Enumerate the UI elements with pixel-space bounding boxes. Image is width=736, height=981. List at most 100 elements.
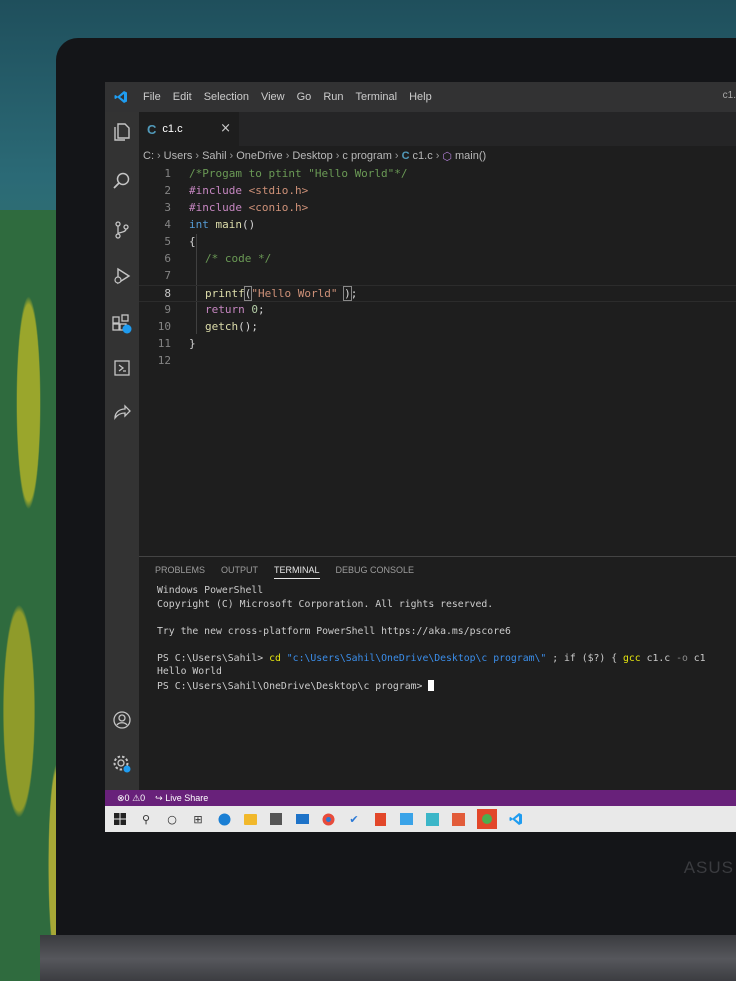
vscode-taskbar-icon[interactable] <box>509 812 523 826</box>
search-icon[interactable] <box>110 169 134 193</box>
tab-terminal[interactable]: TERMINAL <box>274 565 320 579</box>
terminal-command-line: PS C:\Users\Sahil> cd "c:\Users\Sahil\On… <box>157 652 706 664</box>
line-number: 2 <box>164 184 171 197</box>
code-editor[interactable]: 1 /*Progam to ptint "Hello World"*/ 2 #i… <box>139 166 736 556</box>
menu-file[interactable]: File <box>137 91 167 103</box>
office-icon[interactable] <box>373 812 387 826</box>
laptop-brand-logo: ASUS <box>683 858 734 877</box>
terminal-line: Try the new cross-platform PowerShell ht… <box>157 625 511 637</box>
tab-debug-console[interactable]: DEBUG CONSOLE <box>336 565 415 579</box>
code-text: /*Progam to ptint "Hello World"*/ <box>189 167 408 180</box>
app-icon[interactable] <box>451 812 465 826</box>
vscode-window: File Edit Selection View Go Run Terminal… <box>105 82 736 832</box>
code-text: /* code */ <box>205 252 272 265</box>
code-line: 5 { <box>139 234 736 251</box>
code-line-active: 8 printf("Hello World" ); <box>139 285 736 302</box>
edge-icon[interactable] <box>217 812 231 826</box>
terminal-output[interactable]: Windows PowerShell Copyright (C) Microso… <box>157 585 736 693</box>
menu-selection[interactable]: Selection <box>198 91 255 103</box>
menu-help[interactable]: Help <box>403 91 438 103</box>
tab-problems[interactable]: PROBLEMS <box>155 565 205 579</box>
code-text: { <box>189 235 196 248</box>
store-icon[interactable] <box>269 812 283 826</box>
window-title: c1.c <box>722 90 736 101</box>
breadcrumb-file[interactable]: c1.c <box>413 150 433 162</box>
problems-status[interactable]: ⊗0 ⚠0 <box>117 793 145 804</box>
tab-label: c1.c <box>162 123 183 135</box>
terminal-line: Windows PowerShell <box>157 585 264 596</box>
breadcrumb-onedrive[interactable]: OneDrive <box>236 150 282 162</box>
live-share-status[interactable]: ↪ Live Share <box>155 793 208 804</box>
breadcrumb-users[interactable]: Users <box>164 150 193 162</box>
editor-tab-bar: C c1.c × <box>139 112 736 146</box>
code-line: 7 <box>139 268 736 285</box>
line-number: 7 <box>164 269 171 282</box>
laptop-base <box>40 935 736 981</box>
close-tab-icon[interactable]: × <box>220 121 231 136</box>
title-bar: File Edit Selection View Go Run Terminal… <box>105 82 736 112</box>
code-text: } <box>189 337 196 350</box>
terminal-line: Copyright (C) Microsoft Corporation. All… <box>157 598 494 610</box>
breadcrumb-drive[interactable]: C: <box>143 150 154 162</box>
code-line: 11 } <box>139 336 736 353</box>
live-share-icon: ↪ <box>155 792 163 803</box>
code-line: 2 #include <stdio.h> <box>139 183 736 200</box>
app-icon[interactable] <box>477 809 497 829</box>
menu-run[interactable]: Run <box>317 91 349 103</box>
extensions-icon[interactable] <box>110 312 134 336</box>
remote-explorer-icon[interactable] <box>110 356 134 380</box>
breadcrumb-c-program[interactable]: c program <box>342 150 392 162</box>
windows-start-icon[interactable] <box>113 812 127 826</box>
todo-icon[interactable]: ✔ <box>347 812 361 826</box>
line-number: 6 <box>164 252 171 265</box>
code-line: 3 #include <conio.h> <box>139 200 736 217</box>
windows-taskbar: ⚲ ○ ⊞ ✔ <box>105 806 736 832</box>
line-number: 1 <box>164 167 171 180</box>
tab-c1-c[interactable]: C c1.c × <box>139 112 239 146</box>
terminal-cursor <box>428 679 435 691</box>
settings-gear-icon[interactable] <box>110 752 134 776</box>
live-share-icon[interactable] <box>110 400 134 424</box>
photos-icon[interactable] <box>399 812 413 826</box>
panel-tabs: PROBLEMS OUTPUT TERMINAL DEBUG CONSOLE <box>155 565 414 579</box>
chrome-icon[interactable] <box>321 812 335 826</box>
run-debug-icon[interactable] <box>110 264 134 288</box>
line-number: 9 <box>164 303 171 316</box>
breadcrumb-sahil[interactable]: Sahil <box>202 150 226 162</box>
breadcrumb-desktop[interactable]: Desktop <box>292 150 332 162</box>
app-icon[interactable] <box>425 812 439 826</box>
status-bar: ⊗0 ⚠0 ↪ Live Share <box>105 790 736 806</box>
source-control-icon[interactable] <box>110 218 134 242</box>
terminal-line: Hello World <box>157 666 222 677</box>
breadcrumb-symbol[interactable]: main() <box>455 150 486 162</box>
account-icon[interactable] <box>110 708 134 732</box>
line-number: 5 <box>164 235 171 248</box>
menu-terminal[interactable]: Terminal <box>350 91 404 103</box>
line-number: 11 <box>157 337 171 350</box>
c-file-icon: C <box>401 150 410 162</box>
code-line: 4 int main() <box>139 217 736 234</box>
activity-bar <box>105 112 139 790</box>
code-line: 1 /*Progam to ptint "Hello World"*/ <box>139 166 736 183</box>
code-line: 12 <box>139 353 736 370</box>
breadcrumb: C: › Users › Sahil › OneDrive › Desktop › c p… <box>143 150 487 163</box>
code-line: 9 return 0; <box>139 302 736 319</box>
menu-go[interactable]: Go <box>291 91 318 103</box>
task-view-icon[interactable]: ⊞ <box>191 812 205 826</box>
file-explorer-icon[interactable] <box>243 812 257 826</box>
mail-icon[interactable] <box>295 812 309 826</box>
menu-view[interactable]: View <box>255 91 291 103</box>
search-icon[interactable]: ⚲ <box>139 812 153 826</box>
menu-edit[interactable]: Edit <box>167 91 198 103</box>
cortana-icon[interactable]: ○ <box>165 812 179 826</box>
line-number: 12 <box>157 354 171 367</box>
c-file-icon: C <box>147 121 157 137</box>
tab-output[interactable]: OUTPUT <box>221 565 258 579</box>
line-number: 8 <box>164 287 171 300</box>
line-number: 3 <box>164 201 171 214</box>
explorer-icon[interactable] <box>110 120 134 144</box>
code-line: 6 /* code */ <box>139 251 736 268</box>
symbol-method-icon: ⬡ <box>442 150 453 163</box>
